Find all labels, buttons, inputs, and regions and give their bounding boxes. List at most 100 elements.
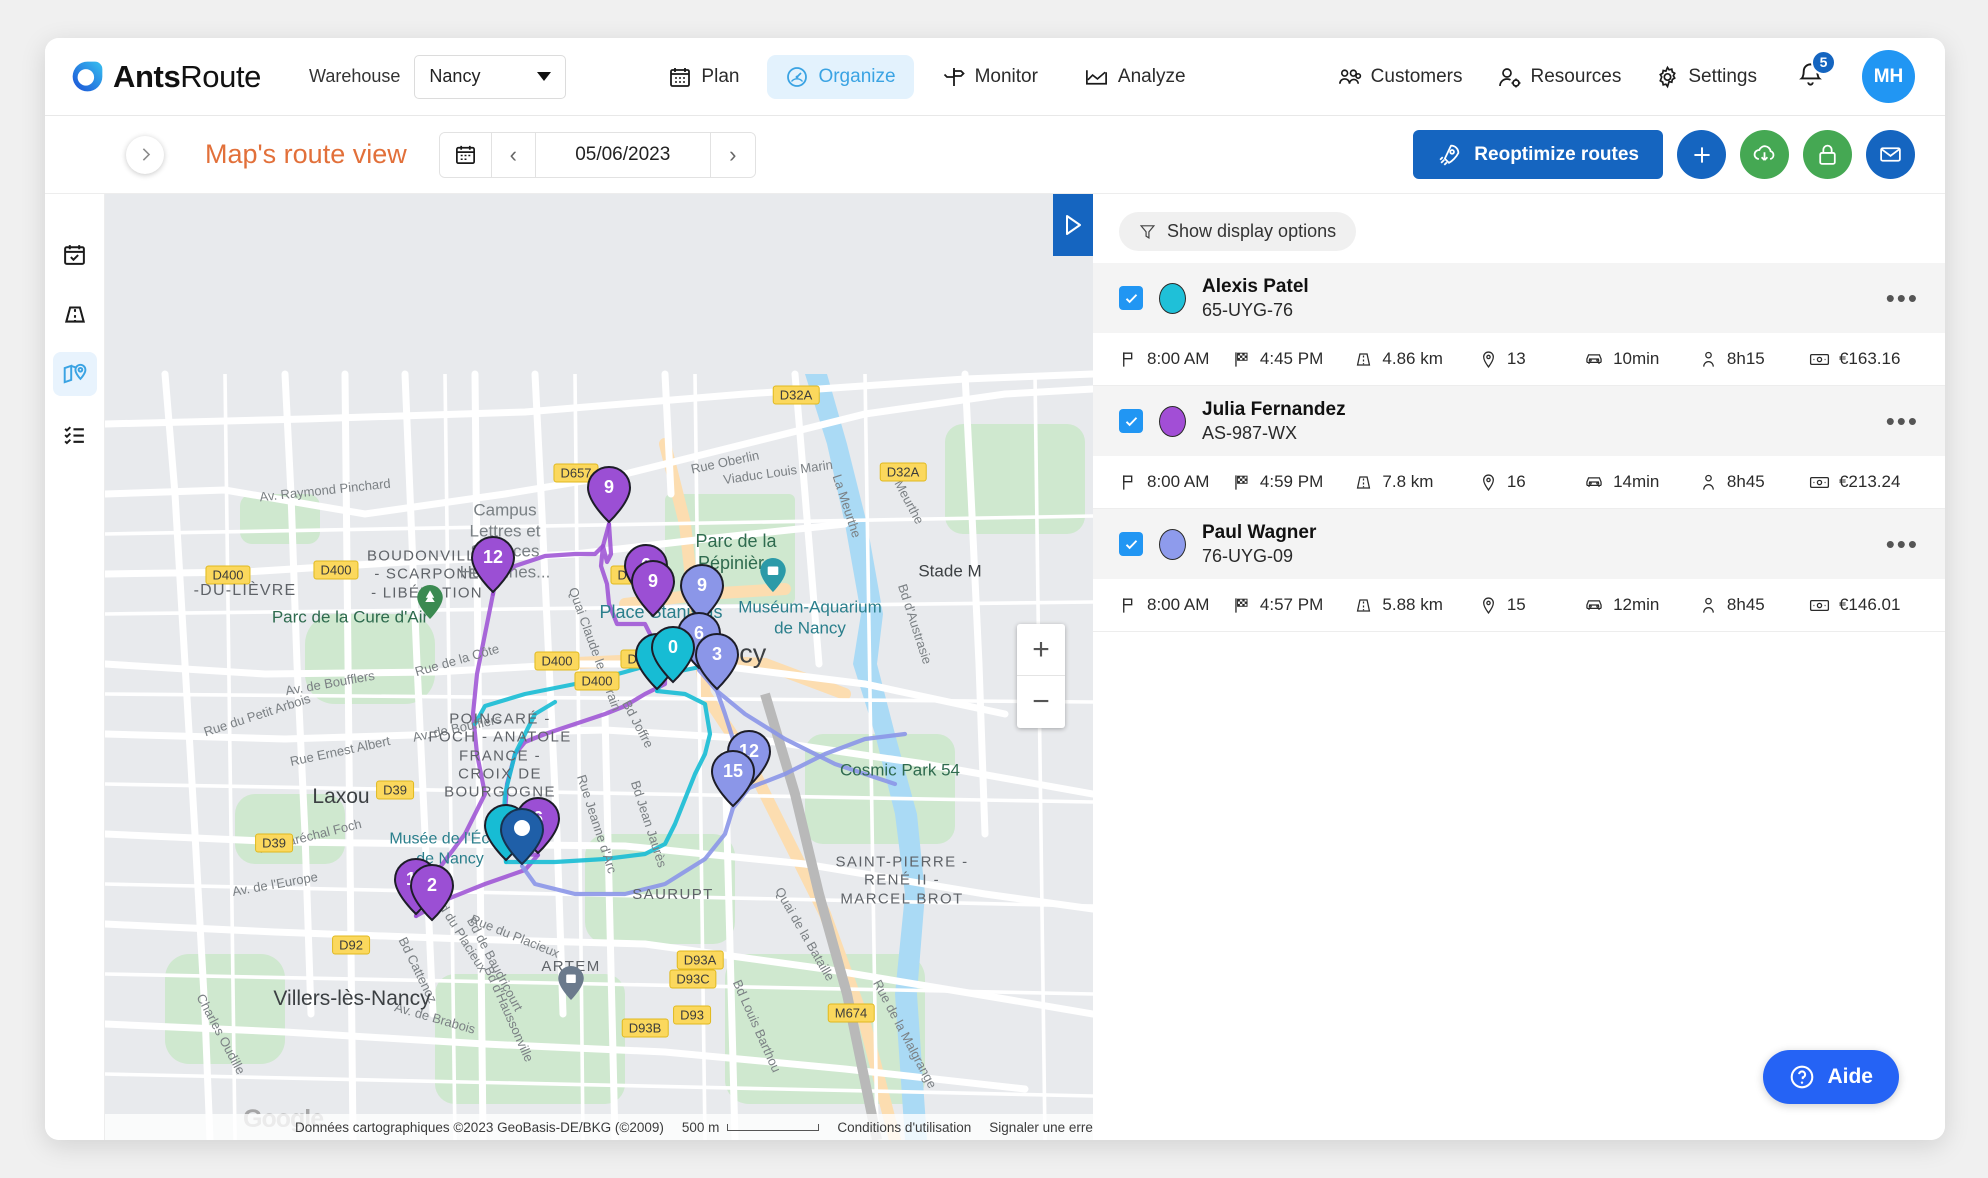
route-stats-row: 8:00 AM 4:45 PM 4.86 km 13 10min 8h15 €163.16 <box>1093 333 1945 385</box>
routes-panel: Show display options Alexis Patel 65-UYG-… <box>1093 194 1945 1140</box>
date-navigator: ‹ 05/06/2023 › <box>438 131 756 178</box>
checkered-flag-icon <box>1235 597 1248 613</box>
check-icon <box>1125 293 1137 303</box>
route-vehicle-plate: 76-UYG-09 <box>1202 545 1294 566</box>
route-checkbox[interactable] <box>1119 409 1143 433</box>
date-input[interactable]: 05/06/2023 <box>535 132 711 177</box>
avatar[interactable]: MH <box>1862 50 1915 103</box>
route-stat-start-value: 8:00 AM <box>1147 595 1210 614</box>
map-scale: 500 m <box>682 1120 820 1135</box>
map-route-marker[interactable]: 2 <box>409 863 455 922</box>
route-more-options-button[interactable]: ••• <box>1886 284 1919 311</box>
nav-customers[interactable]: Customers <box>1336 65 1463 89</box>
rocket-icon <box>1439 144 1460 166</box>
route-stat-end-value: 4:57 PM <box>1259 595 1324 614</box>
sidebar-item-planning[interactable] <box>53 232 97 276</box>
question-circle-icon <box>1791 1065 1814 1089</box>
zoom-in-button[interactable]: + <box>1017 624 1065 676</box>
route-checkbox[interactable] <box>1119 286 1143 310</box>
map-route-marker[interactable]: 9 <box>630 559 676 618</box>
tab-analyze-label: Analyze <box>1117 65 1186 87</box>
cloud-download-icon <box>1753 145 1775 161</box>
checkered-flag-icon <box>1235 474 1248 490</box>
marker-pin-icon <box>630 559 676 618</box>
email-button[interactable] <box>1866 130 1915 179</box>
import-button[interactable] <box>1740 130 1789 179</box>
map-route-marker[interactable]: 0 <box>650 625 696 684</box>
route-stat-distance: 4.86 km <box>1354 349 1478 369</box>
map-road-badge: D32A <box>772 385 820 405</box>
banknote-icon <box>1809 476 1829 488</box>
collapse-panel-toggle[interactable] <box>1053 194 1093 256</box>
route-stat-stops-value: 16 <box>1506 472 1526 491</box>
map-terms-link[interactable]: Conditions d'utilisation <box>837 1120 971 1135</box>
expand-sidebar-button[interactable] <box>126 135 164 174</box>
route-color-dot <box>1159 405 1186 437</box>
route-stat-stops: 15 <box>1479 595 1584 615</box>
tab-plan[interactable]: Plan <box>650 55 757 99</box>
help-button[interactable]: Aide <box>1763 1050 1899 1104</box>
brand-bold: Ants <box>113 58 181 94</box>
show-display-options-button[interactable]: Show display options <box>1119 212 1357 251</box>
map-route-marker[interactable]: 9 <box>586 465 632 524</box>
route-card-header[interactable]: Alexis Patel 65-UYG-76 ••• <box>1093 263 1945 333</box>
antsroute-logo-icon <box>72 61 103 92</box>
road-icon <box>1357 352 1371 366</box>
brand-logo[interactable]: AntsRoute <box>71 59 261 95</box>
route-stat-start: 8:00 AM <box>1119 595 1232 615</box>
sidebar-item-map[interactable] <box>52 352 97 396</box>
route-stat-drive-value: 10min <box>1613 349 1660 368</box>
next-day-button[interactable]: › <box>710 132 755 177</box>
map-road-badge: D92 <box>332 935 370 955</box>
route-stat-cost-value: €146.01 <box>1838 595 1901 614</box>
location-pin-icon <box>1482 473 1494 491</box>
nav-resources[interactable]: Resources <box>1497 65 1621 89</box>
route-more-options-button[interactable]: ••• <box>1886 530 1919 557</box>
routes-list: Alexis Patel 65-UYG-76 ••• 8:00 AM 4:45 PM 4.… <box>1093 263 1945 632</box>
route-stat-drive: 10min <box>1584 349 1699 369</box>
map-road-badge: D400 <box>313 560 359 580</box>
route-stats-row: 8:00 AM 4:57 PM 5.88 km 15 12min 8h45 €146.01 <box>1093 579 1945 631</box>
route-stat-drive: 12min <box>1584 595 1699 615</box>
route-driver-name: Paul Wagner <box>1202 521 1317 543</box>
flag-icon <box>1123 474 1133 490</box>
warehouse-select[interactable]: Nancy <box>414 54 567 99</box>
route-stat-distance-value: 7.8 km <box>1382 472 1434 491</box>
map-route-marker[interactable]: 12 <box>470 535 516 594</box>
zoom-out-button[interactable]: − <box>1017 676 1065 728</box>
route-stat-duration: 8h45 <box>1699 472 1809 492</box>
display-options-row: Show display options <box>1093 194 1945 263</box>
route-stat-start-value: 8:00 AM <box>1147 472 1210 491</box>
sub-toolbar: Map's route view ‹ 05/06/2023 › Reoptimi… <box>45 116 1945 194</box>
route-card-header[interactable]: Julia Fernandez AS-987-WX ••• <box>1093 386 1945 456</box>
gear-icon <box>1659 65 1677 88</box>
depot-marker[interactable] <box>499 807 545 866</box>
notifications-button[interactable]: 5 <box>1797 49 1836 93</box>
route-more-options-button[interactable]: ••• <box>1886 407 1919 434</box>
show-display-options-label: Show display options <box>1167 221 1337 241</box>
map-report-error-link[interactable]: Signaler une erreur cartographique <box>989 1120 1093 1135</box>
sidebar-item-routes[interactable] <box>53 292 97 336</box>
location-pin-icon <box>1482 596 1494 614</box>
route-stat-end: 4:57 PM <box>1232 595 1354 615</box>
add-button[interactable] <box>1677 130 1726 179</box>
tab-monitor[interactable]: Monitor <box>924 55 1056 99</box>
map-view[interactable]: Rue Oberlin Av. Raymond Pinchard Viaduc Lo… <box>105 194 1093 1140</box>
route-checkbox[interactable] <box>1119 532 1143 556</box>
lock-button[interactable] <box>1803 130 1852 179</box>
map-route-marker[interactable]: 15 <box>710 749 756 808</box>
previous-day-button[interactable]: ‹ <box>491 132 536 177</box>
marker-pin-icon <box>470 535 516 594</box>
tab-organize[interactable]: Organize <box>767 54 914 99</box>
tab-analyze[interactable]: Analyze <box>1066 55 1204 99</box>
map-route-marker[interactable]: 3 <box>694 632 740 691</box>
route-stat-end: 4:45 PM <box>1232 349 1354 369</box>
map-road-badge: D93B <box>621 1018 669 1038</box>
route-driver-name: Alexis Patel <box>1202 275 1309 297</box>
route-card-header[interactable]: Paul Wagner 76-UYG-09 ••• <box>1093 509 1945 579</box>
reoptimize-routes-button[interactable]: Reoptimize routes <box>1413 130 1663 179</box>
nav-settings[interactable]: Settings <box>1655 65 1757 89</box>
calendar-picker-button[interactable] <box>439 132 492 177</box>
plus-icon <box>1693 146 1710 163</box>
sidebar-item-tasks[interactable] <box>53 412 97 456</box>
